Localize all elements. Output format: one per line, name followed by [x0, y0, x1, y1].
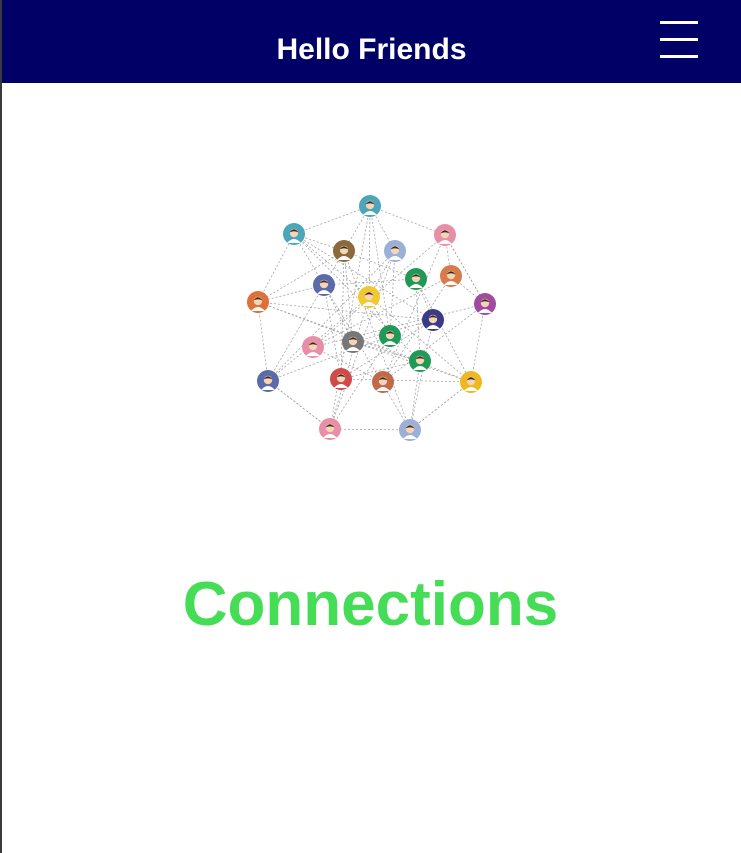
person-avatar-icon — [399, 419, 421, 441]
connections-heading: Connections — [182, 570, 559, 639]
person-avatar-icon — [474, 293, 496, 315]
person-avatar-icon — [283, 223, 305, 245]
person-avatar-icon — [422, 309, 444, 331]
person-avatar-icon — [379, 325, 401, 347]
person-avatar-icon — [247, 291, 269, 313]
person-avatar-icon — [319, 418, 341, 440]
person-avatar-icon — [440, 265, 462, 287]
person-avatar-icon — [434, 224, 456, 246]
window-border — [0, 0, 2, 853]
header-title: Hello Friends — [276, 33, 467, 66]
person-avatar-icon — [330, 368, 352, 390]
person-avatar-icon — [405, 268, 427, 290]
person-avatar-icon — [302, 336, 324, 358]
person-avatar-icon — [372, 371, 394, 393]
people-network-icon — [247, 195, 496, 441]
person-avatar-icon — [358, 286, 380, 308]
person-avatar-icon — [359, 195, 381, 217]
person-avatar-icon — [342, 331, 364, 353]
app-header: Hello Friends — [2, 0, 741, 83]
person-avatar-icon — [460, 371, 482, 393]
person-avatar-icon — [333, 240, 355, 262]
person-avatar-icon — [257, 370, 279, 392]
menu-button[interactable] — [658, 18, 700, 60]
person-avatar-icon — [313, 274, 335, 296]
person-avatar-icon — [409, 350, 431, 372]
person-avatar-icon — [384, 240, 406, 262]
